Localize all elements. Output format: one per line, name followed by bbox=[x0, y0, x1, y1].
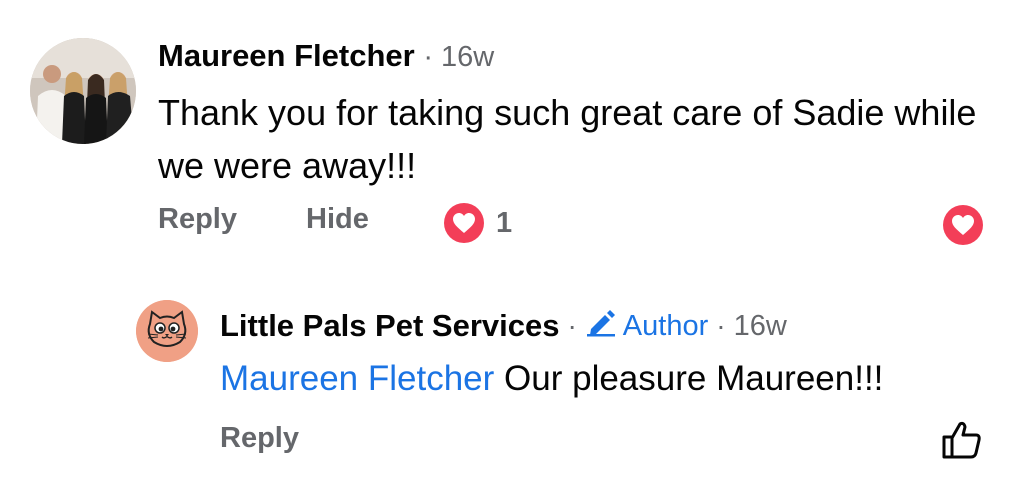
reply-author-name[interactable]: Little Pals Pet Services bbox=[220, 308, 559, 344]
avatar[interactable] bbox=[30, 38, 136, 144]
separator-dot: · bbox=[423, 41, 442, 73]
pencil-icon bbox=[585, 307, 617, 345]
reaction-count: 1 bbox=[496, 206, 513, 239]
comment-text: Thank you for taking such great care of … bbox=[158, 92, 977, 186]
thumbs-up-icon[interactable] bbox=[941, 420, 983, 465]
reply-button[interactable]: Reply bbox=[220, 422, 299, 455]
separator-dot: · bbox=[567, 310, 577, 341]
author-badge: Author bbox=[585, 307, 708, 345]
avatar[interactable] bbox=[136, 300, 198, 362]
mention-link[interactable]: Maureen Fletcher bbox=[220, 359, 494, 398]
reply-button[interactable]: Reply bbox=[158, 203, 237, 236]
hide-button[interactable]: Hide bbox=[306, 203, 369, 236]
cat-logo-icon bbox=[136, 300, 198, 362]
heart-icon bbox=[444, 203, 484, 243]
profile-photo bbox=[30, 38, 136, 144]
reaction-summary[interactable]: 1 bbox=[444, 203, 512, 243]
reply-message: Our pleasure Maureen!!! bbox=[504, 359, 884, 398]
reply-timestamp[interactable]: 16w bbox=[734, 310, 787, 343]
author-badge-label: Author bbox=[622, 309, 709, 342]
comment-header: Maureen Fletcher · 16w bbox=[158, 38, 494, 74]
heart-icon[interactable] bbox=[943, 205, 983, 245]
comment-author-name[interactable]: Maureen Fletcher bbox=[158, 38, 415, 73]
comment-timestamp[interactable]: 16w bbox=[441, 41, 494, 73]
reply-text: Maureen Fletcher Our pleasure Maureen!!! bbox=[220, 359, 883, 399]
reply-header: Little Pals Pet Services · Author · 16w bbox=[220, 307, 787, 345]
separator-dot: · bbox=[716, 310, 726, 341]
